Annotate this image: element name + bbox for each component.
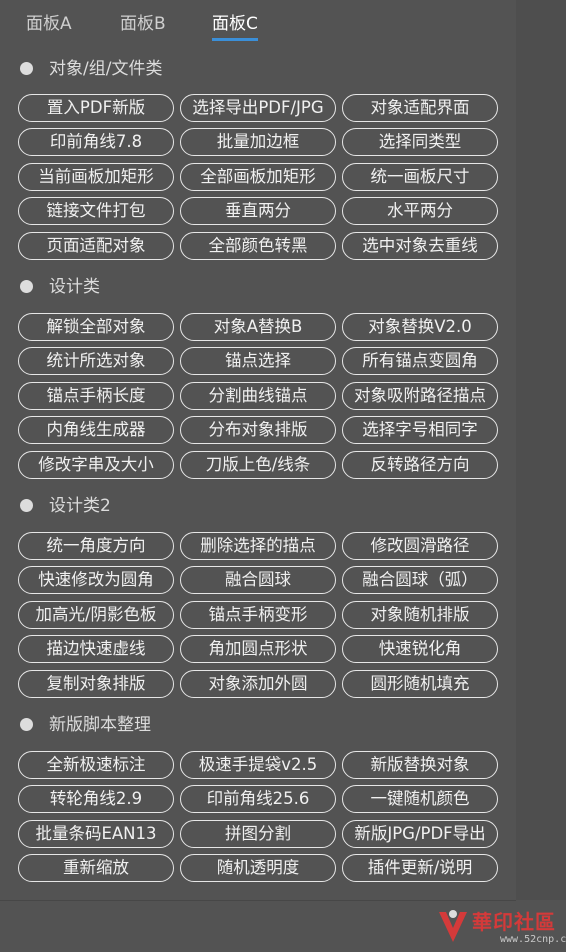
script-button[interactable]: 垂直两分 <box>180 197 336 225</box>
script-button[interactable]: 极速手提袋v2.5 <box>180 751 336 779</box>
section-title: 设计类 <box>49 277 100 297</box>
script-button[interactable]: 分割曲线锚点 <box>180 382 336 410</box>
script-button[interactable]: 选择导出PDF/JPG <box>180 94 336 122</box>
script-button[interactable]: 重新缩放 <box>18 854 174 882</box>
script-button[interactable]: 转轮角线2.9 <box>18 785 174 813</box>
script-button[interactable]: 插件更新/说明 <box>342 854 498 882</box>
script-button[interactable]: 所有锚点变圆角 <box>342 347 498 375</box>
script-button[interactable]: 选择同类型 <box>342 128 498 156</box>
watermark-text: 華印社區 <box>472 910 556 934</box>
tab-panel-a[interactable]: 面板A <box>26 12 72 36</box>
script-button[interactable]: 刀版上色/线条 <box>180 451 336 479</box>
tab-panel-b[interactable]: 面板B <box>120 12 166 36</box>
watermark: 華印社區 www.52cnp.com <box>436 904 566 948</box>
script-button[interactable]: 融合圆球 <box>180 566 336 594</box>
script-button[interactable]: 对象适配界面 <box>342 94 498 122</box>
side-rail <box>516 0 566 900</box>
script-button[interactable]: 解锁全部对象 <box>18 313 174 341</box>
script-button[interactable]: 锚点选择 <box>180 347 336 375</box>
script-button[interactable]: 统一画板尺寸 <box>342 163 498 191</box>
section-title: 设计类2 <box>49 496 111 516</box>
active-tab-indicator <box>212 38 258 41</box>
script-button[interactable]: 链接文件打包 <box>18 197 174 225</box>
tab-bar: 面板A 面板B 面板C <box>0 0 566 44</box>
script-button[interactable]: 删除选择的描点 <box>180 532 336 560</box>
script-button[interactable]: 选中对象去重线 <box>342 232 498 260</box>
section-header-new-scripts: 新版脚本整理 <box>20 713 151 737</box>
section-title: 对象/组/文件类 <box>49 59 163 79</box>
script-button[interactable]: 角加圆点形状 <box>180 635 336 663</box>
script-panel: 面板A 面板B 面板C 对象/组/文件类 置入PDF新版 选择导出PDF/JPG 对… <box>0 0 566 952</box>
tab-label: 面板C <box>212 14 258 34</box>
script-button[interactable]: 统一角度方向 <box>18 532 174 560</box>
watermark-url: www.52cnp.com <box>500 934 566 945</box>
section-title: 新版脚本整理 <box>49 715 151 735</box>
script-button[interactable]: 全部画板加矩形 <box>180 163 336 191</box>
script-button[interactable]: 圆形随机填充 <box>342 670 498 698</box>
script-button[interactable]: 修改圆滑路径 <box>342 532 498 560</box>
bullet-icon <box>20 718 33 731</box>
script-button[interactable]: 锚点手柄变形 <box>180 601 336 629</box>
script-button[interactable]: 快速修改为圆角 <box>18 566 174 594</box>
tab-label: 面板A <box>26 14 72 34</box>
script-button[interactable]: 对象替换V2.0 <box>342 313 498 341</box>
script-button[interactable]: 对象添加外圆 <box>180 670 336 698</box>
bullet-icon <box>20 62 33 75</box>
script-button[interactable]: 对象随机排版 <box>342 601 498 629</box>
script-button[interactable]: 反转路径方向 <box>342 451 498 479</box>
tab-panel-c[interactable]: 面板C <box>212 12 258 41</box>
script-button[interactable]: 对象A替换B <box>180 313 336 341</box>
section-header-objects: 对象/组/文件类 <box>20 57 162 81</box>
section-header-design2: 设计类2 <box>20 494 111 518</box>
script-button[interactable]: 内角线生成器 <box>18 416 174 444</box>
script-button[interactable]: 页面适配对象 <box>18 232 174 260</box>
script-button[interactable]: 印前角线7.8 <box>18 128 174 156</box>
script-button[interactable]: 描边快速虚线 <box>18 635 174 663</box>
bullet-icon <box>20 280 33 293</box>
footer-divider <box>0 900 516 901</box>
script-button[interactable]: 复制对象排版 <box>18 670 174 698</box>
script-button[interactable]: 水平两分 <box>342 197 498 225</box>
script-button[interactable]: 批量加边框 <box>180 128 336 156</box>
script-button[interactable]: 选择字号相同字 <box>342 416 498 444</box>
script-button[interactable]: 当前画板加矩形 <box>18 163 174 191</box>
script-button[interactable]: 锚点手柄长度 <box>18 382 174 410</box>
script-button[interactable]: 批量条码EAN13 <box>18 820 174 848</box>
script-button[interactable]: 印前角线25.6 <box>180 785 336 813</box>
script-button[interactable]: 新版替换对象 <box>342 751 498 779</box>
watermark-logo-icon <box>439 910 467 942</box>
script-button[interactable]: 分布对象排版 <box>180 416 336 444</box>
script-button[interactable]: 全新极速标注 <box>18 751 174 779</box>
script-button[interactable]: 对象吸附路径描点 <box>342 382 498 410</box>
script-button[interactable]: 随机透明度 <box>180 854 336 882</box>
script-button[interactable]: 修改字串及大小 <box>18 451 174 479</box>
script-button[interactable]: 全部颜色转黑 <box>180 232 336 260</box>
script-button[interactable]: 置入PDF新版 <box>18 94 174 122</box>
bullet-icon <box>20 499 33 512</box>
script-button[interactable]: 统计所选对象 <box>18 347 174 375</box>
script-button[interactable]: 融合圆球（弧） <box>342 566 498 594</box>
script-button[interactable]: 拼图分割 <box>180 820 336 848</box>
script-button[interactable]: 一键随机颜色 <box>342 785 498 813</box>
tab-label: 面板B <box>120 14 166 34</box>
script-button[interactable]: 新版JPG/PDF导出 <box>342 820 498 848</box>
section-header-design: 设计类 <box>20 275 100 299</box>
script-button[interactable]: 加高光/阴影色板 <box>18 601 174 629</box>
script-button[interactable]: 快速锐化角 <box>342 635 498 663</box>
